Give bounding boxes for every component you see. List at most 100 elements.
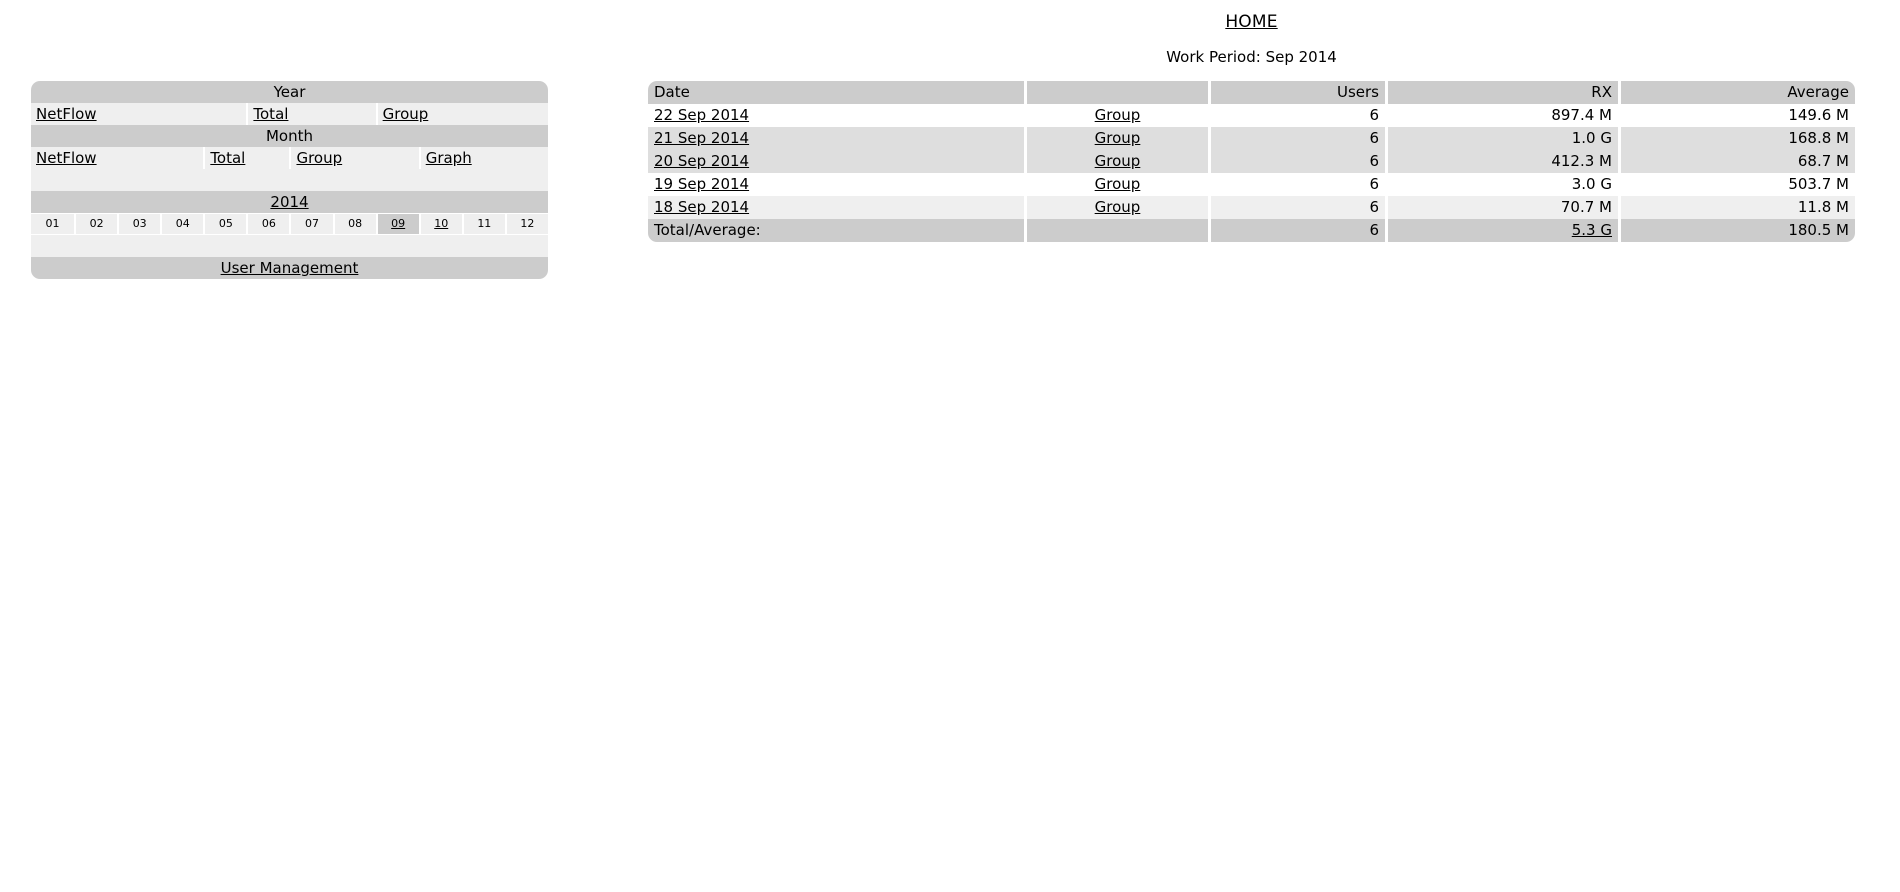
month-grid-row: 01 02 03 04 05 06 07 08 09 10 11 12 [31, 213, 548, 235]
cell-average: 149.6 M [1618, 104, 1855, 127]
month-cell-09-selected[interactable]: 09 [375, 214, 419, 234]
total-rx[interactable]: 5.3 G [1385, 219, 1618, 242]
cell-group[interactable]: Group [1024, 173, 1208, 196]
date-link[interactable]: 18 Sep 2014 [654, 198, 749, 216]
spacer-row-lower [31, 235, 548, 257]
year-group-cell[interactable]: Group [375, 103, 548, 125]
month-cell-06[interactable]: 06 [246, 214, 290, 234]
cell-rx: 1.0 G [1385, 127, 1618, 150]
group-link[interactable]: Group [1095, 129, 1141, 147]
month-group-cell[interactable]: Group [289, 147, 419, 169]
page-header: HOME Work Period: Sep 2014 [648, 0, 1855, 66]
month-label-02: 02 [89, 217, 104, 230]
year-total-link[interactable]: Total [253, 105, 288, 123]
cell-group[interactable]: Group [1024, 104, 1208, 127]
month-cell-04[interactable]: 04 [160, 214, 204, 234]
spacer-cell-lower [31, 235, 548, 257]
cell-rx: 70.7 M [1385, 196, 1618, 219]
user-management-row: User Management [31, 257, 548, 279]
date-link[interactable]: 19 Sep 2014 [654, 175, 749, 193]
month-label-08: 08 [348, 217, 363, 230]
month-cell-08[interactable]: 08 [332, 214, 376, 234]
cell-users: 6 [1208, 173, 1385, 196]
date-link[interactable]: 20 Sep 2014 [654, 152, 749, 170]
table-row: 19 Sep 2014 Group 6 3.0 G 503.7 M [648, 173, 1855, 196]
user-management-link[interactable]: User Management [221, 259, 359, 277]
cell-group[interactable]: Group [1024, 196, 1208, 219]
month-graph-cell[interactable]: Graph [418, 147, 548, 169]
table-total-row: Total/Average: 6 5.3 G 180.5 M [648, 219, 1855, 242]
cell-users: 6 [1208, 127, 1385, 150]
user-management-cell[interactable]: User Management [31, 257, 548, 279]
month-label-05: 05 [218, 217, 233, 230]
month-group-link[interactable]: Group [296, 149, 342, 167]
cell-date[interactable]: 20 Sep 2014 [648, 150, 1024, 173]
cell-date[interactable]: 22 Sep 2014 [648, 104, 1024, 127]
cell-users: 6 [1208, 150, 1385, 173]
spacer-row-upper [31, 169, 548, 191]
month-label-10[interactable]: 10 [434, 217, 448, 230]
year-value-link[interactable]: 2014 [270, 193, 308, 211]
cell-users: 6 [1208, 196, 1385, 219]
netflow-summary-table: Date Users RX Average 22 Sep 2014 Group … [648, 81, 1855, 242]
month-cell-03[interactable]: 03 [117, 214, 161, 234]
page-title: HOME [1225, 12, 1278, 32]
month-header-row: Month [31, 125, 548, 147]
month-cell-12[interactable]: 12 [504, 214, 548, 234]
month-cell-11[interactable]: 11 [461, 214, 505, 234]
month-header: Month [31, 125, 548, 147]
cell-date[interactable]: 18 Sep 2014 [648, 196, 1024, 219]
date-link[interactable]: 21 Sep 2014 [654, 129, 749, 147]
column-header-date: Date [648, 81, 1024, 104]
cell-average: 11.8 M [1618, 196, 1855, 219]
group-link[interactable]: Group [1095, 106, 1141, 124]
navigation-panel: Year NetFlow Total Group Month NetFlow T… [31, 81, 548, 279]
month-cell-05[interactable]: 05 [203, 214, 247, 234]
year-netflow-cell[interactable]: NetFlow [31, 103, 247, 125]
cell-date[interactable]: 19 Sep 2014 [648, 173, 1024, 196]
group-link[interactable]: Group [1095, 152, 1141, 170]
table-header-row: Date Users RX Average [648, 81, 1855, 104]
total-label: Total/Average: [648, 219, 1024, 242]
group-link[interactable]: Group [1095, 175, 1141, 193]
cell-average: 503.7 M [1618, 173, 1855, 196]
table-row: 22 Sep 2014 Group 6 897.4 M 149.6 M [648, 104, 1855, 127]
date-link[interactable]: 22 Sep 2014 [654, 106, 749, 124]
total-rx-link[interactable]: 5.3 G [1572, 221, 1612, 239]
month-cell-02[interactable]: 02 [74, 214, 118, 234]
table-row: 18 Sep 2014 Group 6 70.7 M 11.8 M [648, 196, 1855, 219]
month-label-06: 06 [261, 217, 276, 230]
year-group-link[interactable]: Group [383, 105, 429, 123]
cell-group[interactable]: Group [1024, 150, 1208, 173]
month-netflow-link[interactable]: NetFlow [36, 149, 97, 167]
year-value-row: 2014 [31, 191, 548, 213]
month-label-07: 07 [305, 217, 319, 230]
month-label-04: 04 [175, 217, 190, 230]
month-label-09[interactable]: 09 [391, 217, 405, 230]
cell-date[interactable]: 21 Sep 2014 [648, 127, 1024, 150]
cell-rx: 897.4 M [1385, 104, 1618, 127]
total-average: 180.5 M [1618, 219, 1855, 242]
month-cell-07[interactable]: 07 [289, 214, 333, 234]
year-total-cell[interactable]: Total [246, 103, 376, 125]
month-cell-10[interactable]: 10 [418, 214, 462, 234]
cell-average: 168.8 M [1618, 127, 1855, 150]
year-value-cell[interactable]: 2014 [31, 191, 548, 213]
cell-group[interactable]: Group [1024, 127, 1208, 150]
month-cell-01[interactable]: 01 [31, 214, 75, 234]
column-header-rx: RX [1385, 81, 1618, 104]
year-netflow-link[interactable]: NetFlow [36, 105, 97, 123]
column-header-group [1024, 81, 1208, 104]
month-total-link[interactable]: Total [210, 149, 245, 167]
table-row: 21 Sep 2014 Group 6 1.0 G 168.8 M [648, 127, 1855, 150]
spacer-cell-upper [31, 169, 548, 191]
month-total-cell[interactable]: Total [203, 147, 290, 169]
month-selector: 01 02 03 04 05 06 07 08 09 10 11 12 [31, 214, 548, 234]
month-links-row: NetFlow Total Group Graph [31, 147, 548, 169]
month-label-12: 12 [520, 217, 535, 230]
month-netflow-cell[interactable]: NetFlow [31, 147, 204, 169]
year-header: Year [31, 81, 548, 103]
month-graph-link[interactable]: Graph [426, 149, 472, 167]
group-link[interactable]: Group [1095, 198, 1141, 216]
year-header-row: Year [31, 81, 548, 103]
